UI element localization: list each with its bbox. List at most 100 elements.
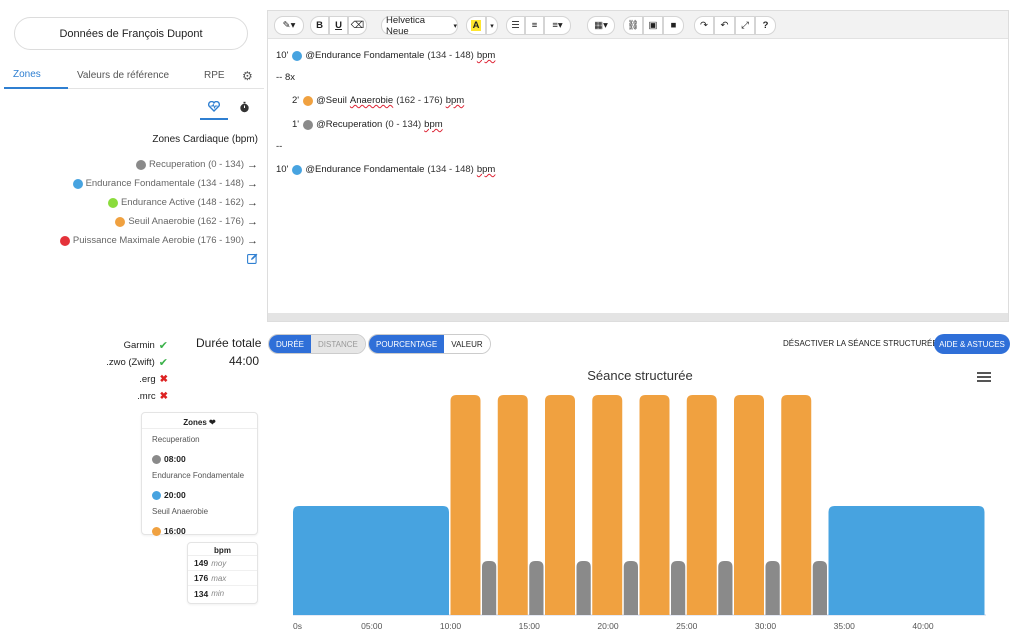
editor-resize-bar[interactable] — [268, 313, 1008, 321]
bpm-summary-card: bpm 149 moy 176 max 134 min — [187, 542, 258, 604]
athlete-selector[interactable]: Données de François Dupont — [14, 17, 248, 50]
redo-icon: ↷ — [700, 20, 708, 31]
zone-row[interactable]: Endurance Active (148 - 162) → — [60, 193, 258, 212]
editor-line-repeat-end: -- — [276, 141, 283, 152]
chart-segment-bar[interactable] — [671, 561, 686, 615]
settings-tabs: Zones Valeurs de référence RPE ⚙ — [4, 62, 264, 89]
distance-toggle-button[interactable]: DISTANCE — [311, 335, 365, 353]
heart-rate-tab[interactable] — [200, 94, 228, 120]
hamburger-menu-icon[interactable] — [977, 372, 991, 384]
magic-wand-button[interactable]: ✎▾ — [274, 16, 304, 35]
arrow-right-icon[interactable]: → — [247, 178, 258, 190]
chart-segment-bar[interactable] — [781, 395, 812, 615]
step-zone: @Seuil — [316, 95, 347, 106]
zone-row[interactable]: Seuil Anaerobie (162 - 176) → — [60, 212, 258, 231]
step-duration: 10' — [276, 50, 289, 61]
chart-segment-bar[interactable] — [592, 395, 623, 615]
x-tick-label: 25:00 — [676, 621, 698, 631]
cross-icon: ✖ — [159, 391, 168, 402]
chart-segment-bar[interactable] — [482, 561, 497, 615]
redo-button[interactable]: ↷ — [694, 16, 714, 35]
tab-rpe[interactable]: RPE — [204, 62, 225, 89]
zone-time-name: Endurance Fondamentale — [152, 471, 245, 480]
step-zone: @Endurance Fondamentale — [305, 50, 425, 61]
help-button[interactable]: ? — [755, 16, 776, 35]
tab-reference-values[interactable]: Valeurs de référence — [77, 62, 169, 89]
bpm-min-label: min — [211, 589, 225, 598]
bpm-avg-label: moy — [211, 558, 227, 568]
highlight-color-button[interactable]: A — [466, 16, 486, 35]
zone-time-value: 20:00 — [152, 489, 257, 501]
bold-button[interactable]: B — [310, 16, 329, 35]
numbered-list-button[interactable]: ≡ — [525, 16, 544, 35]
arrow-right-icon[interactable]: → — [247, 216, 258, 228]
eraser-button[interactable]: ⌫ — [348, 16, 367, 35]
bullet-list-button[interactable]: ☰ — [506, 16, 525, 35]
bpm-avg-row: 149 moy — [188, 556, 257, 571]
zone-dot — [292, 50, 303, 61]
y-axis-toggle: POURCENTAGE VALEUR — [368, 334, 491, 354]
undo-button[interactable]: ↶ — [714, 16, 735, 35]
chart-segment-bar[interactable] — [686, 395, 717, 615]
chart-segment-bar[interactable] — [639, 395, 670, 615]
x-tick-label: 40:00 — [912, 621, 934, 631]
chart-segment-bar[interactable] — [576, 561, 591, 615]
step-range: (0 - 134) — [385, 119, 422, 130]
arrow-right-icon[interactable]: → — [247, 235, 258, 247]
link-button[interactable]: ⛓ — [623, 16, 643, 35]
editor-toolbar: ✎▾ B U ⌫ Helvetica Neue ▾ A ▾ ☰ ≡ ≡▾ ▦▾ ⛓… — [268, 11, 1008, 39]
chart-title: Séance structurée — [587, 368, 693, 383]
fullscreen-button[interactable]: ⤢ — [735, 16, 755, 35]
editor-line-warmup: 10' @Endurance Fondamentale (134 - 148) … — [276, 50, 495, 61]
font-family-select[interactable]: Helvetica Neue ▾ — [381, 15, 458, 37]
total-duration-label: Durée totale — [196, 336, 262, 350]
chart-segment-bar[interactable] — [828, 506, 985, 615]
bpm-max-row: 176 max — [188, 571, 257, 586]
zone-color-dot — [72, 178, 83, 189]
step-unit: bpm — [424, 119, 443, 130]
export-format-label: .erg — [139, 374, 156, 385]
disable-structured-workout-link[interactable]: DÉSACTIVER LA SÉANCE STRUCTURÉE — [783, 339, 938, 348]
gear-icon[interactable]: ⚙ — [242, 62, 253, 89]
edit-icon[interactable] — [247, 253, 258, 264]
arrow-right-icon[interactable]: → — [247, 159, 258, 171]
pace-tab[interactable] — [230, 94, 258, 120]
chart-segment-bar[interactable] — [497, 395, 528, 615]
underline-button[interactable]: U — [329, 16, 348, 35]
percentage-toggle-button[interactable]: POURCENTAGE — [369, 335, 445, 353]
zone-time-item: Recuperation 08:00 — [142, 435, 257, 465]
highlight-color-dropdown[interactable]: ▾ — [486, 16, 498, 35]
table-button[interactable]: ▦▾ — [587, 16, 615, 35]
chart-segment-bar[interactable] — [765, 561, 780, 615]
heart-pulse-icon — [208, 100, 220, 112]
chart-segment-bar[interactable] — [450, 395, 481, 615]
arrow-right-icon[interactable]: → — [247, 197, 258, 209]
zone-row[interactable]: Recuperation (0 - 134) → — [60, 155, 258, 174]
chart-segment-bar[interactable] — [734, 395, 764, 615]
chevron-down-icon: ▾ — [490, 22, 494, 30]
image-button[interactable]: ▣ — [643, 16, 663, 35]
align-button[interactable]: ≡▾ — [544, 16, 571, 35]
video-button[interactable]: ■ — [663, 16, 684, 35]
zone-color-dot — [135, 159, 146, 170]
zone-row[interactable]: Endurance Fondamentale (134 - 148) → — [60, 174, 258, 193]
value-toggle-button[interactable]: VALEUR — [444, 335, 490, 353]
chart-segment-bar[interactable] — [718, 561, 733, 615]
zone-dot — [303, 95, 314, 106]
chart-segment-bar[interactable] — [529, 561, 544, 615]
total-duration-value: 44:00 — [229, 354, 260, 368]
zone-type-tabs — [200, 94, 260, 120]
video-icon: ■ — [670, 20, 677, 31]
duration-toggle-button[interactable]: DURÉE — [269, 335, 312, 353]
editor-line-repeat: -- 8x — [276, 72, 295, 83]
chart-segment-bar[interactable] — [545, 395, 575, 615]
chart-segment-bar[interactable] — [293, 506, 449, 615]
check-icon: ✔ — [158, 357, 168, 369]
chart-segment-bar[interactable] — [623, 561, 638, 615]
tab-zones[interactable]: Zones — [4, 62, 68, 89]
zone-row[interactable]: Puissance Maximale Aerobie (176 - 190) → — [59, 231, 258, 250]
editor-content[interactable]: 10' @Endurance Fondamentale (134 - 148) … — [268, 39, 1008, 311]
export-formats: Garmin ✔ .zwo (Zwift) ✔ .erg ✖ .mrc ✖ — [80, 337, 168, 405]
chart-segment-bar[interactable] — [812, 561, 827, 615]
help-tips-button[interactable]: AIDE & ASTUCES — [934, 334, 1010, 354]
